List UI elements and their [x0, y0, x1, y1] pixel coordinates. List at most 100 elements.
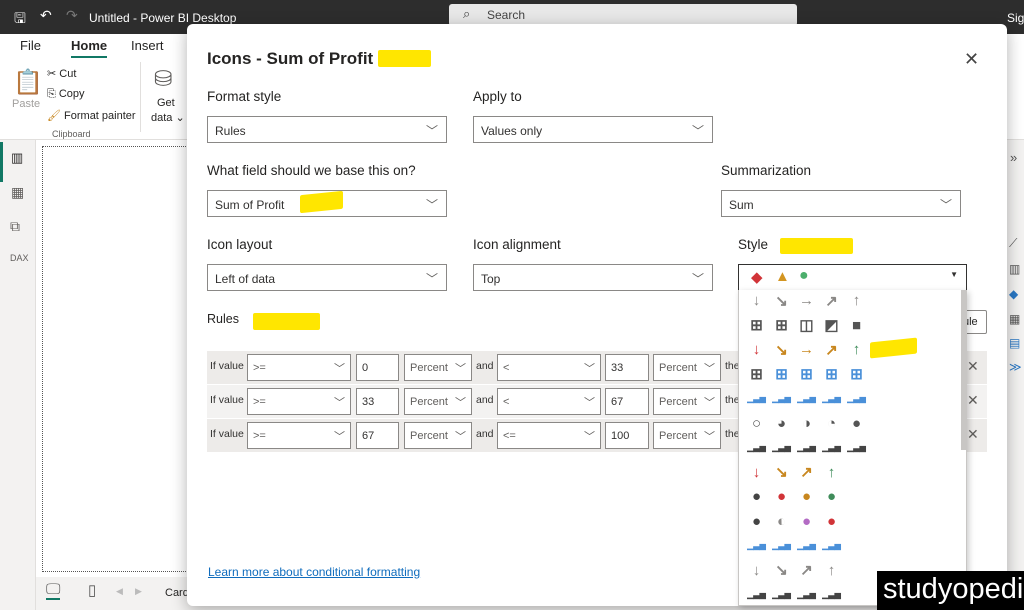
value-type-select[interactable]: Percent ﹀ [653, 422, 721, 449]
icon-set-option[interactable]: ▁▃▅ ▁▃▅ ▁▃▅ ▁▃▅ ▁▃▅ [747, 389, 866, 411]
icon-set-option[interactable]: ▁▃▅ ▁▃▅ ▁▃▅ ▁▃▅ [747, 585, 841, 607]
redo-icon[interactable]: ↷ [66, 7, 78, 24]
summarization-select[interactable]: Sum ﹀ [721, 190, 961, 217]
icon-set-option[interactable]: ▁▃▅ ▁▃▅ ▁▃▅ ▁▃▅ [747, 536, 841, 558]
quarters-1-icon: ⊞ [775, 317, 788, 334]
bars-dark-3-icon: ▁▃▅ [822, 443, 841, 452]
operator-select[interactable]: <= ﹀ [497, 422, 601, 449]
value-text: 0 [362, 362, 369, 374]
value-input[interactable]: 33 [605, 354, 649, 381]
icon-set-option[interactable]: ↓ ↘ ↗ ↑ [747, 463, 841, 485]
icon-set-option[interactable]: ⊞ ⊞ ⊞ ⊞ ⊞ [747, 365, 866, 387]
value-type-select[interactable]: Percent ﹀ [404, 388, 472, 415]
collapse-pane-icon[interactable]: » [1010, 150, 1017, 165]
value-type-select[interactable]: Percent ﹀ [653, 388, 721, 415]
value-type-select[interactable]: Percent ﹀ [404, 422, 472, 449]
icon-set-option[interactable]: ● ● ● ● [747, 487, 841, 509]
save-icon[interactable]: 🖫 [14, 8, 26, 32]
apply-to-select[interactable]: Values only ﹀ [473, 116, 713, 143]
chevron-down-icon: ﹀ [704, 363, 715, 375]
operator-select[interactable]: >= ﹀ [247, 388, 351, 415]
prev-page-icon[interactable]: ◀ [116, 586, 123, 597]
if-value-label: If value [210, 394, 244, 406]
value-input[interactable]: 0 [356, 354, 399, 381]
base-field-value: Sum of Profit [215, 198, 285, 212]
paginated-icon[interactable]: ▤ [1009, 336, 1020, 350]
icon-layout-select[interactable]: Left of data ﹀ [207, 264, 447, 291]
chevron-down-icon: ﹀ [704, 397, 715, 409]
page-boundary [42, 146, 202, 572]
desktop-layout-icon[interactable]: 🖵 [46, 581, 61, 600]
cut-button[interactable]: ✂ Cut [47, 67, 76, 80]
icon-alignment-select[interactable]: Top ﹀ [473, 264, 713, 291]
value-type-select[interactable]: Percent ﹀ [404, 354, 472, 381]
format-painter-button[interactable]: 🖌 Format painter [47, 109, 136, 122]
highlight-mark [780, 238, 853, 254]
get-data-label[interactable]: Get [157, 97, 175, 109]
value-input[interactable]: 100 [605, 422, 649, 449]
undo-icon[interactable]: ↶ [40, 7, 52, 24]
dax-query-icon[interactable]: DAX [10, 253, 29, 263]
operator-select[interactable]: >= ﹀ [247, 422, 351, 449]
model-view-icon[interactable]: ⧉ [10, 218, 20, 235]
style-select[interactable]: ◆ ▲ ● ▼ [738, 264, 967, 291]
close-icon[interactable]: ✕ [964, 49, 979, 70]
map-icon[interactable]: ◆ [1009, 287, 1018, 301]
icon-set-option[interactable]: ○ ◕ ◑ ◔ ● [747, 414, 866, 436]
copy-button[interactable]: ⎘ Copy [47, 88, 85, 101]
sign-in-link[interactable]: Sign [1007, 11, 1024, 25]
circle-red-down-icon: ● [826, 512, 837, 530]
search-box[interactable]: ⌕ Search [449, 4, 797, 26]
power-automate-icon[interactable]: ≫ [1009, 360, 1022, 374]
yellow-triangle-icon: ▲ [775, 268, 790, 285]
value-input[interactable]: 67 [356, 422, 399, 449]
apply-to-label: Apply to [473, 89, 522, 104]
icon-set-option[interactable]: ● ◐ ● ● [747, 512, 841, 534]
tab-file[interactable]: File [20, 38, 41, 53]
delete-rule-icon[interactable]: ✕ [967, 392, 979, 409]
chevron-down-icon: ﹀ [455, 431, 466, 443]
table-icon[interactable]: ▦ [1009, 312, 1020, 326]
next-page-icon[interactable]: ▶ [135, 586, 142, 597]
style-dropdown-list[interactable]: ↓ ↘ → ↗ ↑ ⊞ ⊞ ◫ ◩ ■ ↓ ↘ → ↗ ↑ ⊞ ⊞ ⊞ ⊞ ⊞ ▁▃▅ ▁▃▅ ▁▃▅ ▁▃▅ ▁▃▅ ○ ◕ ◑ ◔ ●… [738, 290, 967, 606]
column-chart-icon[interactable]: ▥ [1009, 262, 1020, 276]
value-input[interactable]: 67 [605, 388, 649, 415]
value-input[interactable]: 33 [356, 388, 399, 415]
icon-set-option[interactable]: ▁▃▅ ▁▃▅ ▁▃▅ ▁▃▅ ▁▃▅ [747, 438, 866, 460]
value-type-select[interactable]: Percent ﹀ [653, 354, 721, 381]
get-data-button[interactable]: data ⌄ [151, 111, 185, 124]
bars-blue-1-icon: ▁▃▅ [772, 394, 791, 403]
chevron-down-icon: ﹀ [425, 272, 438, 286]
arrow-upright-gray-icon: ↗ [825, 292, 838, 310]
operator-value: >= [253, 430, 266, 442]
mobile-layout-icon[interactable]: ▯ [88, 581, 96, 599]
tab-home[interactable]: Home [71, 38, 108, 58]
and-label: and [476, 428, 494, 440]
delete-rule-icon[interactable]: ✕ [967, 426, 979, 443]
icon-set-option[interactable]: ↓ ↘ → ↗ ↑ [747, 291, 866, 313]
pie-1q-icon: ◔ [826, 414, 837, 432]
chevron-down-icon: ﹀ [425, 198, 438, 212]
line-chart-icon[interactable]: ⟋ [1009, 236, 1017, 251]
format-style-select[interactable]: Rules ﹀ [207, 116, 447, 143]
delete-rule-icon[interactable]: ✕ [967, 358, 979, 375]
chevron-down-icon: ﹀ [334, 431, 345, 443]
scrollbar[interactable] [961, 290, 967, 450]
operator-select[interactable]: < ﹀ [497, 354, 601, 381]
pie-full-icon: ● [851, 414, 862, 432]
operator-select[interactable]: < ﹀ [497, 388, 601, 415]
tab-insert[interactable]: Insert [131, 38, 164, 53]
pie-0-icon: ○ [751, 414, 762, 432]
arrow-downright-orange-icon: ↘ [775, 464, 788, 481]
table-view-icon[interactable]: ▦ [11, 184, 24, 201]
paste-button[interactable]: Paste [12, 98, 40, 110]
icon-set-option[interactable]: ↓ ↘ → ↗ ↑ [747, 340, 866, 362]
icon-set-option[interactable]: ⊞ ⊞ ◫ ◩ ■ [747, 316, 866, 338]
page-tab-card[interactable]: Card [165, 587, 189, 599]
operator-select[interactable]: >= ﹀ [247, 354, 351, 381]
learn-more-link[interactable]: Learn more about conditional formatting [208, 565, 420, 579]
bars-blue-4-icon: ▁▃▅ [822, 541, 841, 550]
report-view-icon[interactable]: ▥ [11, 150, 23, 166]
circle-black-icon: ● [751, 512, 762, 530]
icon-set-option[interactable]: ↓ ↘ ↗ ↑ [747, 561, 841, 583]
